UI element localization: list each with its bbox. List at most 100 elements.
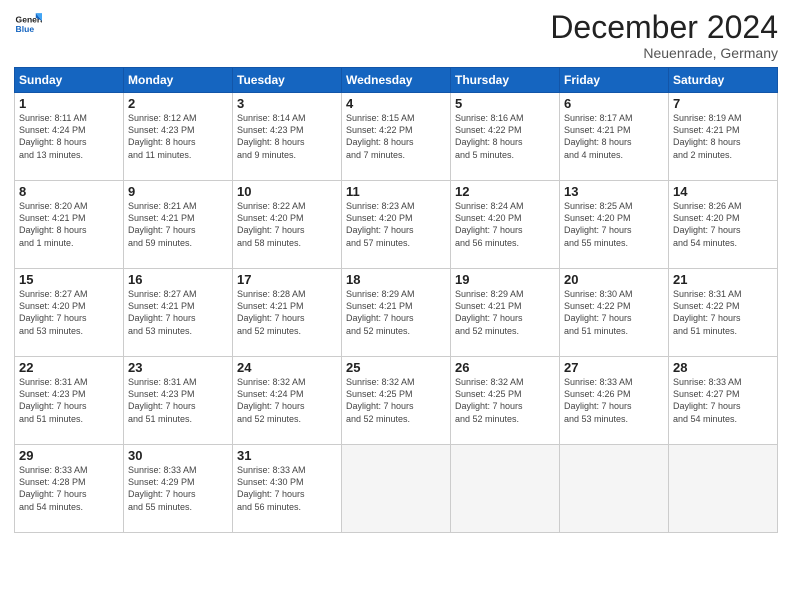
day-cell (451, 445, 560, 533)
day-info: Sunrise: 8:33 AMSunset: 4:26 PMDaylight:… (564, 376, 664, 425)
week-row-1: 1Sunrise: 8:11 AMSunset: 4:24 PMDaylight… (15, 93, 778, 181)
day-cell: 24Sunrise: 8:32 AMSunset: 4:24 PMDayligh… (233, 357, 342, 445)
day-info: Sunrise: 8:15 AMSunset: 4:22 PMDaylight:… (346, 112, 446, 161)
day-cell: 9Sunrise: 8:21 AMSunset: 4:21 PMDaylight… (124, 181, 233, 269)
day-info: Sunrise: 8:19 AMSunset: 4:21 PMDaylight:… (673, 112, 773, 161)
day-cell: 16Sunrise: 8:27 AMSunset: 4:21 PMDayligh… (124, 269, 233, 357)
day-cell: 4Sunrise: 8:15 AMSunset: 4:22 PMDaylight… (342, 93, 451, 181)
day-number: 3 (237, 96, 337, 111)
day-info: Sunrise: 8:12 AMSunset: 4:23 PMDaylight:… (128, 112, 228, 161)
header-cell-wednesday: Wednesday (342, 68, 451, 93)
day-number: 20 (564, 272, 664, 287)
day-cell (669, 445, 778, 533)
day-number: 18 (346, 272, 446, 287)
day-cell: 26Sunrise: 8:32 AMSunset: 4:25 PMDayligh… (451, 357, 560, 445)
day-info: Sunrise: 8:33 AMSunset: 4:28 PMDaylight:… (19, 464, 119, 513)
day-cell: 18Sunrise: 8:29 AMSunset: 4:21 PMDayligh… (342, 269, 451, 357)
day-number: 26 (455, 360, 555, 375)
day-info: Sunrise: 8:33 AMSunset: 4:30 PMDaylight:… (237, 464, 337, 513)
day-cell: 22Sunrise: 8:31 AMSunset: 4:23 PMDayligh… (15, 357, 124, 445)
day-info: Sunrise: 8:30 AMSunset: 4:22 PMDaylight:… (564, 288, 664, 337)
day-info: Sunrise: 8:31 AMSunset: 4:22 PMDaylight:… (673, 288, 773, 337)
day-cell: 25Sunrise: 8:32 AMSunset: 4:25 PMDayligh… (342, 357, 451, 445)
day-number: 19 (455, 272, 555, 287)
day-cell: 30Sunrise: 8:33 AMSunset: 4:29 PMDayligh… (124, 445, 233, 533)
day-cell: 29Sunrise: 8:33 AMSunset: 4:28 PMDayligh… (15, 445, 124, 533)
day-number: 5 (455, 96, 555, 111)
day-cell: 14Sunrise: 8:26 AMSunset: 4:20 PMDayligh… (669, 181, 778, 269)
day-info: Sunrise: 8:29 AMSunset: 4:21 PMDaylight:… (455, 288, 555, 337)
day-info: Sunrise: 8:26 AMSunset: 4:20 PMDaylight:… (673, 200, 773, 249)
header-row: SundayMondayTuesdayWednesdayThursdayFrid… (15, 68, 778, 93)
day-cell: 15Sunrise: 8:27 AMSunset: 4:20 PMDayligh… (15, 269, 124, 357)
day-info: Sunrise: 8:27 AMSunset: 4:21 PMDaylight:… (128, 288, 228, 337)
week-row-3: 15Sunrise: 8:27 AMSunset: 4:20 PMDayligh… (15, 269, 778, 357)
month-title: December 2024 (550, 10, 778, 45)
location: Neuenrade, Germany (550, 45, 778, 61)
day-number: 25 (346, 360, 446, 375)
day-info: Sunrise: 8:27 AMSunset: 4:20 PMDaylight:… (19, 288, 119, 337)
day-info: Sunrise: 8:17 AMSunset: 4:21 PMDaylight:… (564, 112, 664, 161)
day-number: 8 (19, 184, 119, 199)
header-cell-saturday: Saturday (669, 68, 778, 93)
day-info: Sunrise: 8:24 AMSunset: 4:20 PMDaylight:… (455, 200, 555, 249)
day-number: 31 (237, 448, 337, 463)
day-number: 23 (128, 360, 228, 375)
day-info: Sunrise: 8:29 AMSunset: 4:21 PMDaylight:… (346, 288, 446, 337)
day-cell: 28Sunrise: 8:33 AMSunset: 4:27 PMDayligh… (669, 357, 778, 445)
day-info: Sunrise: 8:32 AMSunset: 4:24 PMDaylight:… (237, 376, 337, 425)
header-cell-tuesday: Tuesday (233, 68, 342, 93)
day-number: 22 (19, 360, 119, 375)
day-info: Sunrise: 8:31 AMSunset: 4:23 PMDaylight:… (19, 376, 119, 425)
day-info: Sunrise: 8:32 AMSunset: 4:25 PMDaylight:… (455, 376, 555, 425)
day-number: 29 (19, 448, 119, 463)
calendar-header: SundayMondayTuesdayWednesdayThursdayFrid… (15, 68, 778, 93)
day-info: Sunrise: 8:22 AMSunset: 4:20 PMDaylight:… (237, 200, 337, 249)
day-number: 30 (128, 448, 228, 463)
day-number: 21 (673, 272, 773, 287)
day-cell: 19Sunrise: 8:29 AMSunset: 4:21 PMDayligh… (451, 269, 560, 357)
day-cell: 21Sunrise: 8:31 AMSunset: 4:22 PMDayligh… (669, 269, 778, 357)
day-cell: 13Sunrise: 8:25 AMSunset: 4:20 PMDayligh… (560, 181, 669, 269)
day-info: Sunrise: 8:31 AMSunset: 4:23 PMDaylight:… (128, 376, 228, 425)
day-number: 4 (346, 96, 446, 111)
day-info: Sunrise: 8:28 AMSunset: 4:21 PMDaylight:… (237, 288, 337, 337)
day-info: Sunrise: 8:16 AMSunset: 4:22 PMDaylight:… (455, 112, 555, 161)
day-number: 10 (237, 184, 337, 199)
week-row-4: 22Sunrise: 8:31 AMSunset: 4:23 PMDayligh… (15, 357, 778, 445)
day-info: Sunrise: 8:33 AMSunset: 4:27 PMDaylight:… (673, 376, 773, 425)
day-cell: 8Sunrise: 8:20 AMSunset: 4:21 PMDaylight… (15, 181, 124, 269)
day-cell: 27Sunrise: 8:33 AMSunset: 4:26 PMDayligh… (560, 357, 669, 445)
day-number: 27 (564, 360, 664, 375)
title-block: December 2024 Neuenrade, Germany (550, 10, 778, 61)
day-info: Sunrise: 8:33 AMSunset: 4:29 PMDaylight:… (128, 464, 228, 513)
day-number: 11 (346, 184, 446, 199)
calendar-table: SundayMondayTuesdayWednesdayThursdayFrid… (14, 67, 778, 533)
day-number: 7 (673, 96, 773, 111)
day-cell: 11Sunrise: 8:23 AMSunset: 4:20 PMDayligh… (342, 181, 451, 269)
day-info: Sunrise: 8:25 AMSunset: 4:20 PMDaylight:… (564, 200, 664, 249)
day-number: 1 (19, 96, 119, 111)
day-cell: 31Sunrise: 8:33 AMSunset: 4:30 PMDayligh… (233, 445, 342, 533)
day-number: 9 (128, 184, 228, 199)
logo: General Blue (14, 10, 42, 38)
day-info: Sunrise: 8:32 AMSunset: 4:25 PMDaylight:… (346, 376, 446, 425)
day-cell: 12Sunrise: 8:24 AMSunset: 4:20 PMDayligh… (451, 181, 560, 269)
page: General Blue December 2024 Neuenrade, Ge… (0, 0, 792, 612)
day-number: 12 (455, 184, 555, 199)
logo-icon: General Blue (14, 10, 42, 38)
week-row-5: 29Sunrise: 8:33 AMSunset: 4:28 PMDayligh… (15, 445, 778, 533)
week-row-2: 8Sunrise: 8:20 AMSunset: 4:21 PMDaylight… (15, 181, 778, 269)
day-info: Sunrise: 8:21 AMSunset: 4:21 PMDaylight:… (128, 200, 228, 249)
day-cell: 7Sunrise: 8:19 AMSunset: 4:21 PMDaylight… (669, 93, 778, 181)
day-number: 24 (237, 360, 337, 375)
day-cell: 6Sunrise: 8:17 AMSunset: 4:21 PMDaylight… (560, 93, 669, 181)
day-cell (560, 445, 669, 533)
day-number: 15 (19, 272, 119, 287)
day-number: 28 (673, 360, 773, 375)
header-cell-thursday: Thursday (451, 68, 560, 93)
day-info: Sunrise: 8:14 AMSunset: 4:23 PMDaylight:… (237, 112, 337, 161)
day-cell: 2Sunrise: 8:12 AMSunset: 4:23 PMDaylight… (124, 93, 233, 181)
day-number: 6 (564, 96, 664, 111)
header-cell-friday: Friday (560, 68, 669, 93)
